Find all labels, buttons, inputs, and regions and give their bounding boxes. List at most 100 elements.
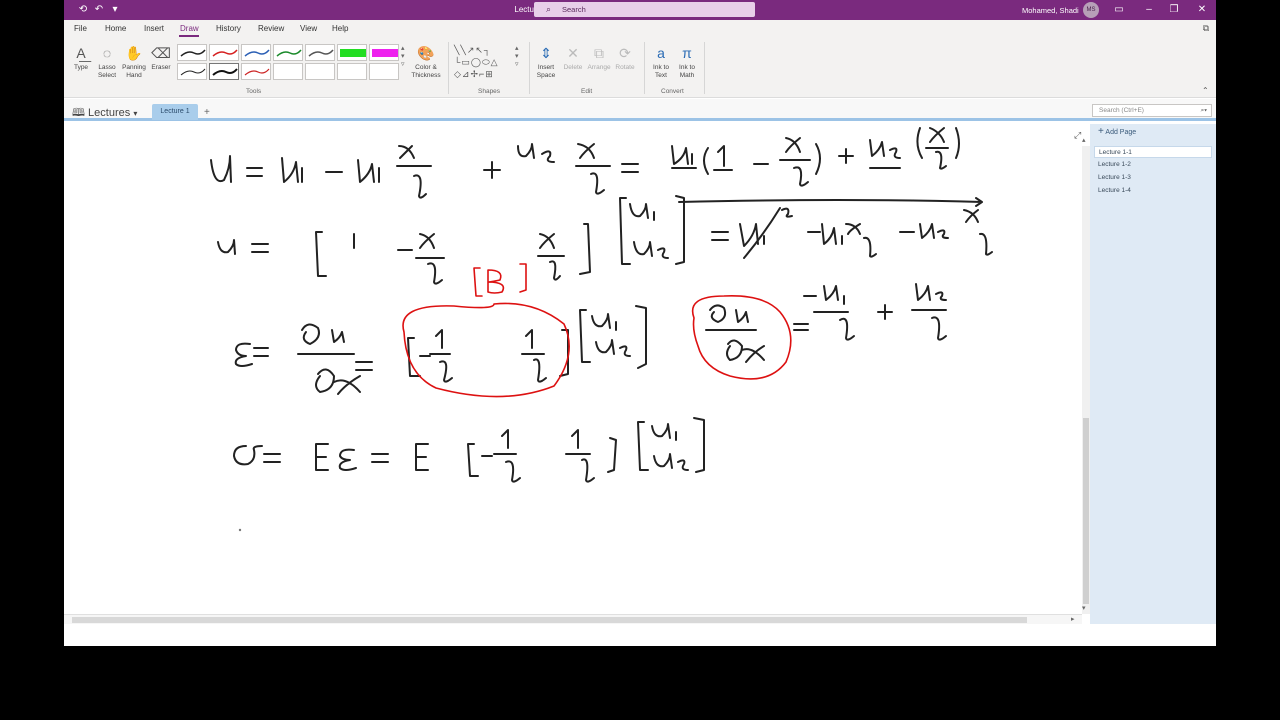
ink-to-math-icon: π xyxy=(682,45,692,61)
page-item-lecture-1-3[interactable]: Lecture 1-3 xyxy=(1094,172,1212,184)
pen-black-thin[interactable] xyxy=(177,63,207,80)
collapse-ribbon-icon[interactable]: ⌃ xyxy=(1202,86,1209,95)
page-item-lecture-1-2[interactable]: Lecture 1-2 xyxy=(1094,159,1212,171)
page-list: + Add Page Lecture 1-1 Lecture 1-2 Lectu… xyxy=(1090,124,1216,624)
insert-space-icon: ⇕ xyxy=(540,45,552,61)
group-label-edit: Edit xyxy=(581,88,593,95)
scroll-up-icon[interactable]: ▴ xyxy=(1082,136,1086,144)
highlighter-magenta[interactable] xyxy=(369,44,399,61)
tab-history[interactable]: History xyxy=(216,24,241,33)
pen-empty-4[interactable] xyxy=(369,63,399,80)
type-button[interactable]: A͟ Type xyxy=(68,42,94,72)
ribbon-display-icon[interactable]: ▭ xyxy=(1111,2,1127,18)
horizontal-scrollbar[interactable]: ▸ xyxy=(64,614,1082,624)
vertical-scrollbar[interactable]: ▴ ▾ xyxy=(1082,137,1090,614)
cursor-text-icon: A͟ xyxy=(76,45,86,61)
pen-gray[interactable] xyxy=(305,44,335,61)
ink-to-text-icon: a xyxy=(657,45,665,61)
group-label-tools: Tools xyxy=(246,88,262,95)
pen-empty-2[interactable] xyxy=(305,63,335,80)
delete-button[interactable]: ✕ Delete xyxy=(560,42,586,72)
close-icon[interactable]: ✕ xyxy=(1194,2,1210,18)
ink-equation-3 xyxy=(234,283,947,395)
tab-view[interactable]: View xyxy=(300,24,317,33)
window-title: Lecture 1-1 - OneNote xyxy=(514,5,594,14)
note-canvas[interactable]: ⤢ xyxy=(64,124,1082,614)
notebook-icon: 🕮 xyxy=(72,107,85,119)
menu-bar: File Home Insert Draw History Review Vie… xyxy=(64,20,1216,38)
ribbon-separator xyxy=(448,42,449,94)
shapes-scroll-icon[interactable]: ▴ ▾ ▿ xyxy=(515,44,519,68)
insert-space-button[interactable]: ⇕ Insert Space xyxy=(533,42,559,80)
page-search-input[interactable]: Search (Ctrl+E) ⌕▾ xyxy=(1092,104,1212,117)
pen-empty-3[interactable] xyxy=(337,63,367,80)
notebook-name: Lectures xyxy=(88,107,131,119)
group-label-shapes: Shapes xyxy=(478,88,501,95)
ink-equation-2 xyxy=(217,195,993,285)
ink-b-matrix-label xyxy=(473,263,527,297)
page-item-lecture-1-1[interactable]: Lecture 1-1 xyxy=(1094,146,1212,158)
chevron-down-icon: ▾ xyxy=(133,109,138,118)
avatar[interactable]: MS xyxy=(1083,2,1099,18)
section-tab-lecture-1[interactable]: Lecture 1 xyxy=(152,104,198,120)
minimize-icon[interactable]: – xyxy=(1141,2,1157,18)
tab-help[interactable]: Help xyxy=(332,24,348,33)
tab-home[interactable]: Home xyxy=(105,24,126,33)
shapes-gallery[interactable]: ╲╲↗↖┐ └▭◯⬭△ ◇⊿✢⌐⊞ xyxy=(454,44,514,80)
ribbon-separator xyxy=(644,42,645,94)
ribbon-separator xyxy=(704,42,705,94)
ink-to-text-button[interactable]: a Ink to Text xyxy=(648,42,674,80)
ink-equation-1 xyxy=(210,127,960,199)
horizontal-scroll-thumb[interactable] xyxy=(72,617,1027,623)
eraser-icon: ⌫ xyxy=(151,45,171,61)
title-bar: ⟲ ↶ ▾ Lecture 1-1 - OneNote ⌕ Search Moh… xyxy=(64,0,1216,20)
pen-empty-1[interactable] xyxy=(273,63,303,80)
share-icon[interactable]: ⧉ xyxy=(1198,20,1214,36)
add-page-button[interactable]: + Add Page xyxy=(1098,126,1136,137)
pen-green[interactable] xyxy=(273,44,303,61)
notebook-selector[interactable]: 🕮 Lectures ▾ xyxy=(72,104,137,123)
eraser-button[interactable]: ⌫ Eraser xyxy=(148,42,174,72)
active-tab-indicator xyxy=(179,35,199,37)
maximize-icon[interactable]: ❐ xyxy=(1166,2,1182,18)
pen-red[interactable] xyxy=(209,44,239,61)
lasso-icon: ◌ xyxy=(102,45,112,61)
search-input[interactable]: ⌕ Search xyxy=(534,2,755,17)
group-label-convert: Convert xyxy=(661,88,684,95)
tab-insert[interactable]: Insert xyxy=(144,24,164,33)
arrange-button[interactable]: ⧉ Arrange xyxy=(586,42,612,72)
highlighter-green[interactable] xyxy=(337,44,367,61)
pen-black[interactable] xyxy=(177,44,207,61)
ink-red-circle-b xyxy=(402,302,570,398)
vertical-scroll-thumb[interactable] xyxy=(1083,418,1089,604)
ink-dot xyxy=(238,528,242,532)
status-strip xyxy=(64,624,1216,646)
ink-to-math-button[interactable]: π Ink to Math xyxy=(674,42,700,80)
delete-icon: ✕ xyxy=(567,45,579,61)
scroll-right-icon[interactable]: ▸ xyxy=(1071,615,1075,623)
ribbon: A͟ Type ◌ Lasso Select ✋ Panning Hand ⌫ … xyxy=(64,38,1216,98)
plus-icon: + xyxy=(1098,126,1104,137)
search-icon: ⌕▾ xyxy=(1200,107,1207,114)
expand-icon[interactable]: ⤢ xyxy=(1074,130,1081,141)
tab-draw[interactable]: Draw xyxy=(180,24,199,33)
add-section-button[interactable]: + xyxy=(204,107,210,118)
color-thickness-button[interactable]: 🎨 Color & Thickness xyxy=(409,42,443,80)
lasso-select-button[interactable]: ◌ Lasso Select xyxy=(94,42,120,80)
scroll-down-icon[interactable]: ▾ xyxy=(1082,604,1086,612)
search-icon: ⌕ xyxy=(546,4,552,14)
pen-black-selected[interactable] xyxy=(209,63,239,80)
panning-hand-button[interactable]: ✋ Panning Hand xyxy=(120,42,148,80)
user-name[interactable]: Mohamed, Shadi xyxy=(1022,6,1079,15)
palette-icon: 🎨 xyxy=(417,45,435,61)
tab-review[interactable]: Review xyxy=(258,24,284,33)
tab-file[interactable]: File xyxy=(74,24,87,33)
rotate-button[interactable]: ⟳ Rotate xyxy=(612,42,638,72)
hand-icon: ✋ xyxy=(125,45,143,61)
page-item-lecture-1-4[interactable]: Lecture 1-4 xyxy=(1094,185,1212,197)
pen-blue[interactable] xyxy=(241,44,271,61)
ink-red-circle-derivative xyxy=(691,295,792,380)
pens-scroll-icon[interactable]: ▴ ▾ ▿ xyxy=(401,44,405,68)
pen-red-thin[interactable] xyxy=(241,63,271,80)
search-placeholder: Search xyxy=(562,5,586,14)
